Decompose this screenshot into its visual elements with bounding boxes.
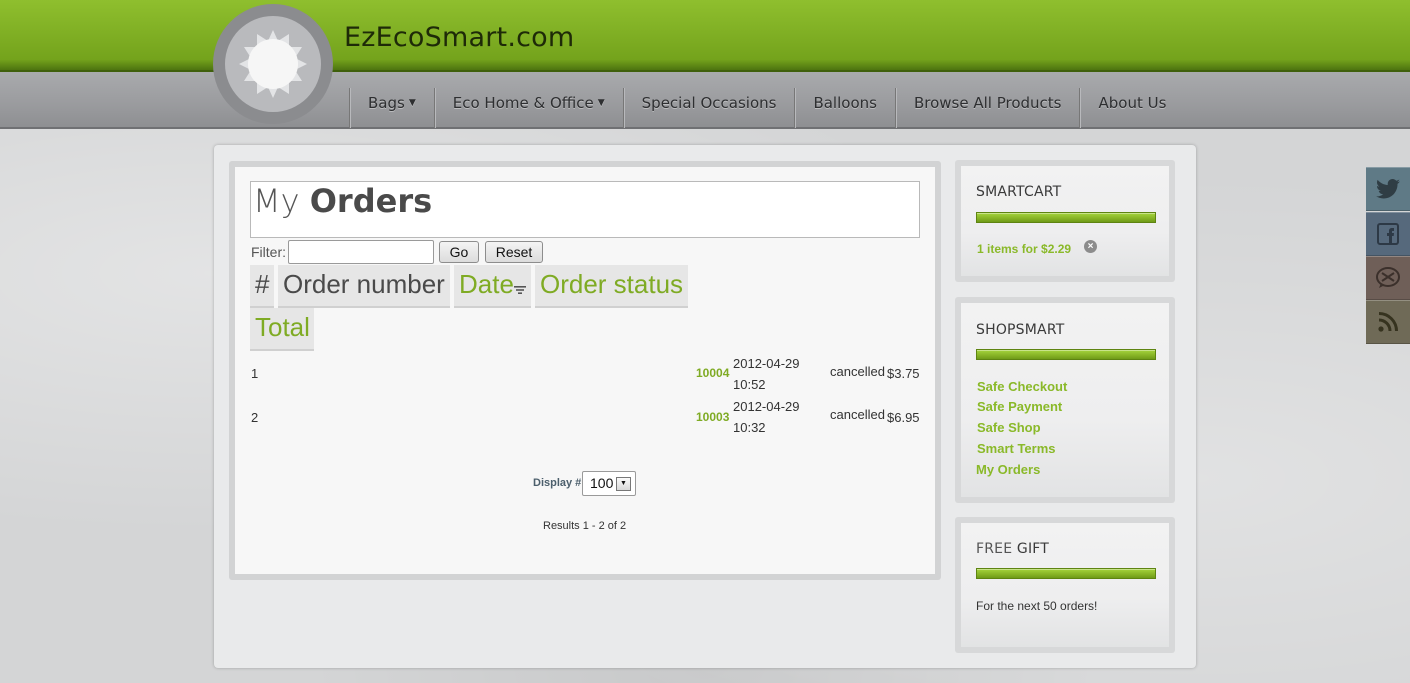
free-gift-text: For the next 50 orders! — [976, 599, 1098, 613]
nav-item-browse-all-products[interactable]: Browse All Products — [894, 88, 1080, 128]
display-count-label: Display # — [533, 477, 582, 489]
sun-logo-icon — [239, 30, 307, 98]
table-row-index: 2 — [251, 410, 259, 425]
column-header-order-number: Order number — [278, 265, 450, 308]
shopsmart-module: SHOPSMART Safe Checkout Safe Payment Saf… — [955, 297, 1175, 503]
order-date-day: 2012-04-29 — [733, 399, 800, 414]
nav-item-label: Bags — [368, 94, 405, 112]
order-date-day: 2012-04-29 — [733, 356, 800, 371]
module-divider-bar — [976, 212, 1156, 223]
module-divider-bar — [976, 349, 1156, 360]
column-header-order-status[interactable]: Order status — [535, 265, 688, 308]
rss-icon — [1378, 312, 1398, 332]
caret-down-icon: ▼ — [408, 98, 416, 108]
free-gift-title-bold: GIFT — [1016, 541, 1050, 557]
nav-item-eco-home-office[interactable]: Eco Home & Office ▼ — [433, 88, 623, 128]
page-title-box: My Orders — [250, 181, 920, 238]
nav-item-special-occasions[interactable]: Special Occasions — [622, 88, 795, 128]
reset-button[interactable]: Reset — [485, 241, 543, 263]
header-bar — [0, 0, 1410, 72]
page-title-light: My — [253, 182, 310, 220]
facebook-icon — [1377, 223, 1399, 245]
filter-input[interactable] — [288, 240, 434, 264]
twitter-tab[interactable] — [1366, 167, 1410, 211]
order-total: $6.95 — [887, 410, 920, 425]
rss-tab[interactable] — [1366, 300, 1410, 344]
module-divider-bar — [976, 568, 1156, 579]
order-date: 2012-04-29 10:32 — [733, 396, 800, 438]
nav-item-label: Browse All Products — [913, 94, 1062, 112]
remove-cart-icon[interactable]: × — [1084, 240, 1097, 253]
go-button[interactable]: Go — [439, 241, 479, 263]
free-gift-title-light: FREE — [976, 541, 1017, 557]
site-title[interactable]: EzEcoSmart.com — [344, 22, 574, 53]
order-total: $3.75 — [887, 366, 920, 381]
order-number-link[interactable]: 10003 — [696, 410, 729, 424]
table-row-index: 1 — [251, 366, 259, 381]
filter-label: Filter: — [251, 244, 286, 260]
site-logo[interactable] — [213, 4, 333, 124]
nav-item-label: Eco Home & Office — [452, 94, 594, 112]
order-status: cancelled — [830, 364, 885, 379]
smartcart-title: SMARTCART — [976, 184, 1062, 200]
display-count-select[interactable]: 100 ▼ — [582, 471, 636, 496]
sort-descending-icon — [513, 286, 526, 294]
nav-item-bags[interactable]: Bags ▼ — [349, 88, 434, 128]
nav-item-label: About Us — [1098, 94, 1167, 112]
order-date-time: 10:32 — [733, 420, 766, 435]
nav-item-label: Balloons — [813, 94, 877, 112]
nav-item-about-us[interactable]: About Us — [1079, 88, 1184, 128]
results-count: Results 1 - 2 of 2 — [543, 520, 627, 532]
caret-down-icon: ▼ — [597, 98, 605, 108]
nav-item-label: Special Occasions — [641, 94, 777, 112]
order-number-link[interactable]: 10004 — [696, 366, 729, 380]
smart-terms-link[interactable]: Smart Terms — [977, 441, 1056, 456]
smartcart-module: SMARTCART 1 items for $2.29 × — [955, 160, 1175, 282]
order-date: 2012-04-29 10:52 — [733, 353, 800, 395]
column-header-total[interactable]: Total — [250, 308, 314, 351]
safe-payment-link[interactable]: Safe Payment — [977, 399, 1062, 414]
page-title-bold: Orders — [309, 182, 433, 220]
column-header-date-label: Date — [459, 269, 514, 299]
email-tab[interactable] — [1366, 256, 1410, 300]
main-nav: Bags ▼ Eco Home & Office ▼ Special Occasio… — [349, 88, 1184, 128]
order-status: cancelled — [830, 407, 885, 422]
column-header-index: # — [250, 265, 274, 308]
free-gift-title: FREE GIFT — [976, 541, 1049, 557]
dropdown-arrow-icon: ▼ — [616, 477, 631, 491]
order-date-time: 10:52 — [733, 377, 766, 392]
cart-summary-link[interactable]: 1 items for $2.29 — [977, 242, 1071, 256]
free-gift-module: FREE GIFT For the next 50 orders! — [955, 517, 1175, 653]
nav-item-balloons[interactable]: Balloons — [794, 88, 895, 128]
shopsmart-title: SHOPSMART — [976, 322, 1065, 338]
page-title: My Orders — [253, 182, 432, 220]
facebook-tab[interactable] — [1366, 212, 1410, 256]
safe-shop-link[interactable]: Safe Shop — [977, 420, 1041, 435]
my-orders-link[interactable]: My Orders — [976, 462, 1040, 477]
column-header-date[interactable]: Date — [454, 265, 531, 308]
email-icon — [1376, 267, 1400, 288]
safe-checkout-link[interactable]: Safe Checkout — [977, 379, 1067, 394]
twitter-icon — [1376, 179, 1400, 199]
display-count-value: 100 — [590, 475, 614, 491]
